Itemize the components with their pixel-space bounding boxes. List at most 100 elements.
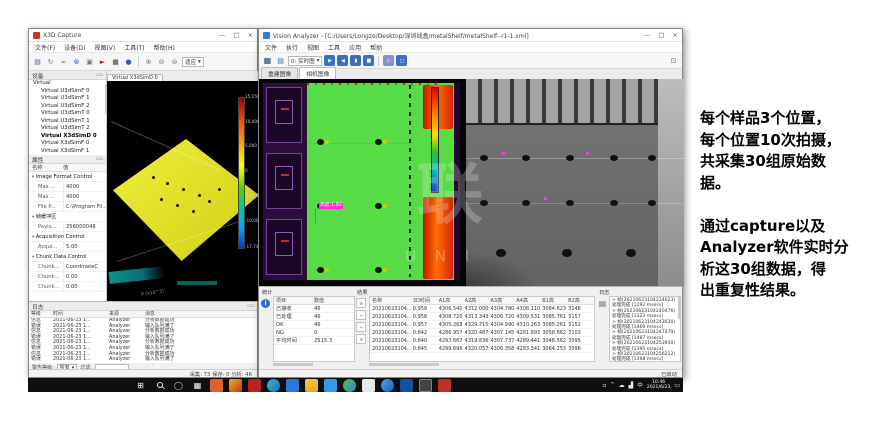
log-row[interactable]: 错误2021-06-23 1...Analyzer输入队列满了 [29,357,257,363]
menu-view[interactable]: 视图(V) [94,43,115,52]
printer-icon[interactable]: ▤ [598,299,607,308]
onedrive-cloud-icon[interactable]: ☁ [619,382,625,389]
device-tree-item[interactable]: Virtual X3dSimF 0 [29,140,107,148]
task-view-icon[interactable]: ▦ [191,379,204,392]
open-folder-icon[interactable]: ▦ [262,55,273,66]
taskbar-app-icon[interactable] [362,379,375,392]
refresh-icon[interactable]: ↻ [45,56,56,67]
last-row-button[interactable]: » [356,334,366,344]
settings-button[interactable]: ◻ [396,55,407,66]
zoom-in-icon[interactable]: ⊕ [143,56,154,67]
zoom-out-icon[interactable]: ⊖ [156,56,167,67]
next-row-button[interactable]: › [356,322,366,332]
menu-tools[interactable]: 工具 [328,43,340,52]
results-row[interactable]: 20210623104...0.8454299.6964320.0574306.… [370,345,594,353]
device-tree-item[interactable]: Virtual U3dSimT 0 [29,110,107,118]
pause-button[interactable]: ▮ [350,55,361,66]
stop-icon[interactable]: ■ [110,56,121,67]
view-tab[interactable]: Virtual X3dSimD 0 [107,74,163,81]
log-vscrollbar[interactable] [678,297,681,319]
file-explorer-icon[interactable] [305,379,318,392]
menu-file[interactable]: 文件 [265,43,277,52]
fit-screen-icon[interactable]: ⊡ [668,55,679,66]
zoom-mode-dropdown[interactable]: 适应 ▾ [182,57,204,67]
close-icon[interactable]: × [673,31,678,39]
stats-hscrollbar[interactable] [273,363,313,366]
device-tree-item[interactable]: Virtual U3dSimF 2 [29,103,107,111]
snapshot-icon[interactable]: ▣ [84,56,95,67]
stats-row[interactable]: NG0 [274,329,354,337]
results-row[interactable]: 20210623104...0.8404293.6674319.8364307.… [370,337,594,345]
menu-help[interactable]: 帮助(H) [154,43,175,52]
run-button[interactable]: ▶ [324,55,335,66]
menu-device[interactable]: 设备(D) [64,43,85,52]
property-row[interactable]: File P...C:\Program Fil... [29,202,106,212]
taskbar-app-icon[interactable] [210,379,223,392]
minimize-icon[interactable]: — [644,31,651,39]
pointcloud-3d-view[interactable]: 15,150.2 10,000 5,000 0 -5,000 -10,000 -… [107,81,259,301]
stats-row[interactable]: OK46 [274,321,354,329]
device-tree-root[interactable]: Virtual [29,80,107,88]
link-icon[interactable]: ⊛ [71,56,82,67]
device-tree-item[interactable]: Virtual U3dSimF 0 [29,88,107,96]
step-back-button[interactable]: ◀ [337,55,348,66]
menu-run[interactable]: 执行 [286,43,298,52]
taskbar-app-icon[interactable] [400,379,413,392]
menu-tools[interactable]: 工具(T) [124,43,144,52]
tray-chevron-icon[interactable]: ^ [610,382,614,388]
property-row[interactable]: Max ...4000 [29,182,106,192]
stats-row[interactable]: 平均时间2515.3 [274,337,354,345]
menu-help[interactable]: 帮助 [370,43,382,52]
property-row[interactable]: Acqui...5.00 [29,242,106,252]
taskbar-app-icon[interactable] [248,379,261,392]
tab-camera-image[interactable]: 相机图像 [299,67,336,79]
device-tree-item[interactable]: Virtual U3dSimT 1 [29,118,107,126]
property-row[interactable]: Paylo...256000048 [29,222,106,232]
property-group[interactable]: Chunk Data Control [29,252,106,262]
stats-row[interactable]: 已处理46 [274,313,354,321]
acquire-icon[interactable]: ● [123,56,134,67]
property-group[interactable]: Image Format Control [29,172,106,182]
results-hscrollbar[interactable] [369,363,439,366]
search-icon[interactable] [153,379,166,392]
device-tree-item[interactable]: Virtual U3dSimT 2 [29,125,107,133]
maximize-icon[interactable]: □ [658,31,664,39]
save-icon[interactable]: ▤ [32,56,43,67]
first-row-button[interactable]: « [356,298,366,308]
zoom-fit-icon[interactable]: ⊜ [169,56,180,67]
property-row[interactable]: Chunk...CoordinateC [29,262,106,272]
save-icon[interactable]: ▤ [275,55,286,66]
record-video-icon[interactable]: ► [97,56,108,67]
menu-view[interactable]: 视图 [307,43,319,52]
panel-buttons-icon[interactable]: ▫▫ [247,303,254,309]
results-row[interactable]: 20210623104...0.9574305.2684329.7154304.… [370,321,594,329]
minimize-icon[interactable]: — [219,31,226,39]
property-row[interactable]: Chunk...0.00 [29,282,106,292]
cortana-icon[interactable]: ◯ [172,379,185,392]
taskbar-clock[interactable]: 10:46 2021/6/23 [647,380,671,391]
panel-buttons-icon[interactable]: ▫▫ [96,72,103,78]
results-row[interactable]: 20210623104...0.8424286.9574320.4874307.… [370,329,594,337]
menu-apps[interactable]: 应用 [349,43,361,52]
network-signal-icon[interactable]: ▟ [629,382,634,389]
analyzer-log-list[interactable]: > 帧(20210623104234023)处理完成 [1292 msecs] … [609,296,681,362]
stats-row[interactable]: 已接收46 [274,305,354,313]
device-tree-item-selected[interactable]: Virtual X3dSimD 0 [29,133,107,141]
maximize-icon[interactable]: □ [233,31,239,39]
prev-row-button[interactable]: ‹ [356,310,366,320]
step-button[interactable]: ▷ [383,55,394,66]
menu-file[interactable]: 文件(F) [35,43,55,52]
edge-browser-icon[interactable] [267,379,280,392]
property-row[interactable]: Max ...4000 [29,192,106,202]
start-button[interactable]: ⊞ [134,379,147,392]
property-group[interactable]: Acquisition Control [29,232,106,242]
connect-icon[interactable]: ∞ [58,56,69,67]
source-dropdown[interactable]: 0: 实时图 ▾ [288,56,322,66]
device-tree-item[interactable]: Virtual U3dSimF 1 [29,95,107,103]
tray-overflow-icon[interactable]: ▫ [602,382,606,389]
tab-reconstructed-image[interactable]: 重建图像 [261,67,298,79]
results-row[interactable]: 20210623104...0.9584308.7204313.3434306.… [370,313,594,321]
taskbar-app-icon[interactable] [381,379,394,392]
panel-buttons-icon[interactable]: ▫▫ [96,156,103,162]
property-group[interactable]: 帧缓冲区 [29,212,106,222]
